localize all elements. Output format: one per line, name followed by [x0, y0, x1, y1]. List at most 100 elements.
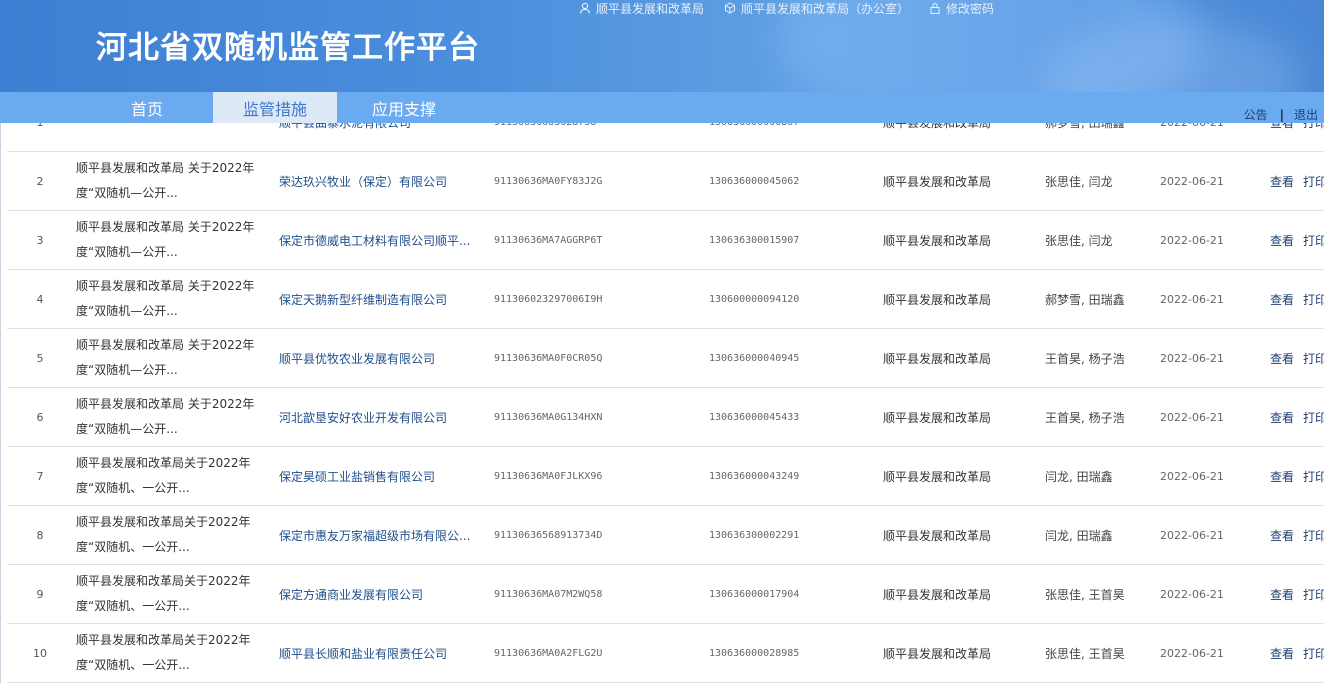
tab-app-support[interactable]: 应用支撑	[356, 92, 452, 123]
tab-supervision[interactable]: 监管措施	[213, 92, 337, 123]
row-company[interactable]: 保定天鹅新型纤维制造有限公司	[279, 270, 479, 328]
row-company[interactable]: 顺平县长顺和盐业有限责任公司	[279, 624, 479, 682]
row-department: 顺平县发展和改革局	[883, 174, 992, 189]
row-inspectors: 张思佳, 闫龙	[1045, 233, 1113, 248]
view-button[interactable]: 查看	[1270, 232, 1294, 249]
row-company-name: 河北歆垦安好农业开发有限公司	[279, 410, 448, 425]
results-table: 1度“双随机—公开...顺平县曲寨水泥有限公司91130636663628738…	[0, 96, 1324, 683]
row-reg-number: 130600000094120	[709, 293, 800, 305]
table-row: 7 顺平县发展和改革局关于2022年 度“双随机、一公开... 保定昊硕工业盐销售有限…	[7, 447, 1324, 506]
row-title-line1: 顺平县发展和改革局 关于2022年	[76, 161, 255, 175]
row-inspectors: 王首昊, 杨子浩	[1045, 351, 1125, 366]
change-password-link[interactable]: 修改密码	[929, 0, 994, 16]
row-company[interactable]: 河北歆垦安好农业开发有限公司	[279, 388, 479, 446]
row-credit-code: 91130636MA07M2WQ58	[494, 588, 603, 600]
row-index: 10	[33, 646, 47, 660]
logout-link[interactable]: 退出	[1294, 106, 1318, 123]
row-inspectors: 张思佳, 闫龙	[1045, 174, 1113, 189]
row-company[interactable]: 荣达玖兴牧业（保定）有限公司	[279, 152, 479, 210]
row-reg-number: 130636000028985	[709, 647, 800, 659]
row-title[interactable]: 顺平县发展和改革局 关于2022年 度“双随机—公开...	[76, 152, 266, 210]
row-title[interactable]: 顺平县发展和改革局关于2022年 度“双随机、一公开...	[76, 565, 266, 623]
print-button[interactable]: 打印	[1303, 232, 1324, 249]
row-department: 顺平县发展和改革局	[883, 587, 992, 602]
nav-right-links: 公告 | 退出	[1244, 106, 1324, 123]
row-credit-code: 91130636MA0A2FLG2U	[494, 647, 603, 659]
row-department: 顺平县发展和改革局	[883, 528, 992, 543]
view-button[interactable]: 查看	[1270, 350, 1294, 367]
dept-link[interactable]: 顺平县发展和改革局（办公室）	[724, 0, 909, 16]
row-company[interactable]: 顺平县优牧农业发展有限公司	[279, 329, 479, 387]
view-button[interactable]: 查看	[1270, 586, 1294, 603]
row-title-line1: 顺平县发展和改革局关于2022年	[76, 574, 251, 588]
print-button[interactable]: 打印	[1303, 350, 1324, 367]
row-company-name: 荣达玖兴牧业（保定）有限公司	[279, 174, 448, 189]
user-org-label: 顺平县发展和改革局	[596, 1, 705, 16]
table-row: 8 顺平县发展和改革局关于2022年 度“双随机、一公开... 保定市惠友万家福超级市…	[7, 506, 1324, 565]
print-button[interactable]: 打印	[1303, 291, 1324, 308]
row-index: 4	[36, 292, 44, 306]
row-actions: 查看打印	[1270, 329, 1324, 387]
print-button[interactable]: 打印	[1303, 409, 1324, 426]
view-button[interactable]: 查看	[1270, 409, 1294, 426]
row-title[interactable]: 顺平县发展和改革局关于2022年 度“双随机、一公开...	[76, 506, 266, 564]
nav-separator: |	[1279, 107, 1284, 122]
row-credit-code: 91130636MA0FJLKX96	[494, 470, 603, 482]
view-button[interactable]: 查看	[1270, 291, 1294, 308]
view-button[interactable]: 查看	[1270, 173, 1294, 190]
row-department: 顺平县发展和改革局	[883, 410, 992, 425]
row-title-line2: 度“双随机—公开...	[76, 304, 178, 318]
print-button[interactable]: 打印	[1303, 468, 1324, 485]
view-button[interactable]: 查看	[1270, 468, 1294, 485]
row-index: 6	[36, 410, 44, 424]
user-org-link[interactable]: 顺平县发展和改革局	[579, 0, 704, 16]
row-company-name: 保定天鹅新型纤维制造有限公司	[279, 292, 448, 307]
row-title[interactable]: 顺平县发展和改革局关于2022年 度“双随机、一公开...	[76, 447, 266, 505]
row-title[interactable]: 顺平县发展和改革局 关于2022年 度“双随机—公开...	[76, 270, 266, 328]
row-actions: 查看打印	[1270, 211, 1324, 269]
row-inspectors: 张思佳, 王首昊	[1045, 646, 1125, 661]
print-button[interactable]: 打印	[1303, 527, 1324, 544]
notice-link[interactable]: 公告	[1244, 106, 1268, 123]
row-company-name: 顺平县长顺和盐业有限责任公司	[279, 646, 448, 661]
view-button[interactable]: 查看	[1270, 527, 1294, 544]
row-date: 2022-06-21	[1160, 587, 1224, 601]
row-title[interactable]: 顺平县发展和改革局 关于2022年 度“双随机—公开...	[76, 211, 266, 269]
row-reg-number: 130636300015907	[709, 234, 800, 246]
row-company[interactable]: 保定市惠友万家福超级市场有限公...	[279, 506, 479, 564]
row-title-line1: 顺平县发展和改革局关于2022年	[76, 456, 251, 470]
site-title: 河北省双随机监管工作平台	[96, 30, 480, 66]
row-index: 9	[36, 587, 44, 601]
row-credit-code: 91130636MA0FY83J2G	[494, 175, 603, 187]
row-company-name: 保定昊硕工业盐销售有限公司	[279, 469, 436, 484]
print-button[interactable]: 打印	[1303, 645, 1324, 662]
row-actions: 查看打印	[1270, 152, 1324, 210]
row-inspectors: 郝梦雪, 田瑞鑫	[1045, 292, 1125, 307]
table-row: 10 顺平县发展和改革局关于2022年 度“双随机、一公开... 顺平县长顺和盐业有限…	[7, 624, 1324, 683]
row-company[interactable]: 保定方通商业发展有限公司	[279, 565, 479, 623]
row-title-line1: 顺平县发展和改革局 关于2022年	[76, 338, 255, 352]
main-nav: 首页 监管措施 应用支撑 公告 | 退出	[0, 92, 1324, 123]
row-company-name: 顺平县优牧农业发展有限公司	[279, 351, 436, 366]
row-credit-code: 91130636MA0G134HXN	[494, 411, 603, 423]
user-bar: 顺平县发展和改革局 顺平县发展和改革局（办公室） 修改密码	[579, 0, 1014, 16]
row-title[interactable]: 顺平县发展和改革局关于2022年 度“双随机、一公开...	[76, 624, 266, 682]
row-date: 2022-06-21	[1160, 528, 1224, 542]
row-company[interactable]: 保定昊硕工业盐销售有限公司	[279, 447, 479, 505]
row-company[interactable]: 保定市德威电工材料有限公司顺平...	[279, 211, 479, 269]
row-company-name: 保定市德威电工材料有限公司顺平...	[279, 233, 471, 248]
row-title[interactable]: 顺平县发展和改革局 关于2022年 度“双随机—公开...	[76, 388, 266, 446]
lock-icon	[930, 3, 940, 14]
print-button[interactable]: 打印	[1303, 173, 1324, 190]
row-inspectors: 张思佳, 王首昊	[1045, 587, 1125, 602]
print-button[interactable]: 打印	[1303, 586, 1324, 603]
row-reg-number: 130636300002291	[709, 529, 800, 541]
row-department: 顺平县发展和改革局	[883, 292, 992, 307]
row-title-line2: 度“双随机—公开...	[76, 363, 178, 377]
row-title[interactable]: 顺平县发展和改革局 关于2022年 度“双随机—公开...	[76, 329, 266, 387]
row-actions: 查看打印	[1270, 506, 1324, 564]
row-title-line2: 度“双随机、一公开...	[76, 658, 190, 672]
tab-app-support-label: 应用支撑	[371, 99, 436, 119]
tab-home[interactable]: 首页	[112, 92, 182, 123]
view-button[interactable]: 查看	[1270, 645, 1294, 662]
